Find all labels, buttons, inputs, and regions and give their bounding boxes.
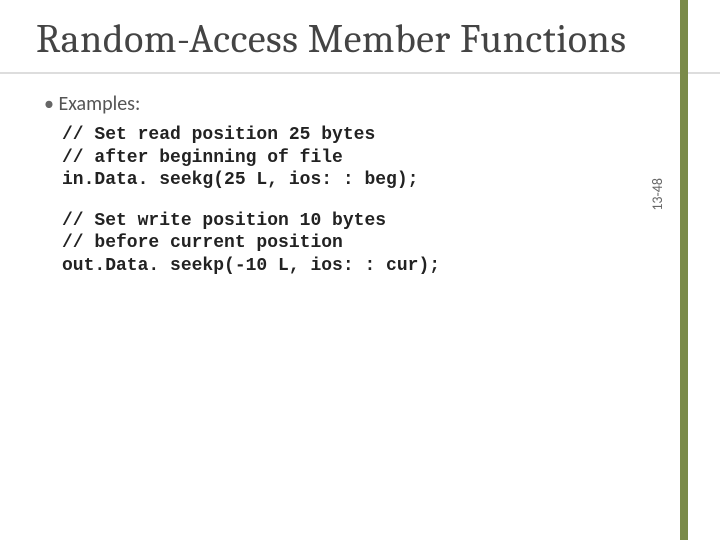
title-divider [0, 72, 720, 74]
page-number: 13-48 [649, 178, 666, 211]
code-block-1: // Set read position 25 bytes // after b… [62, 124, 660, 192]
content-area: Examples: // Set read position 25 bytes … [0, 92, 720, 277]
slide-title: Random-Access Member Functions [0, 0, 720, 72]
accent-bar [680, 0, 688, 540]
code-block-2: // Set write position 10 bytes // before… [62, 210, 660, 278]
bullet-examples: Examples: [44, 92, 660, 116]
